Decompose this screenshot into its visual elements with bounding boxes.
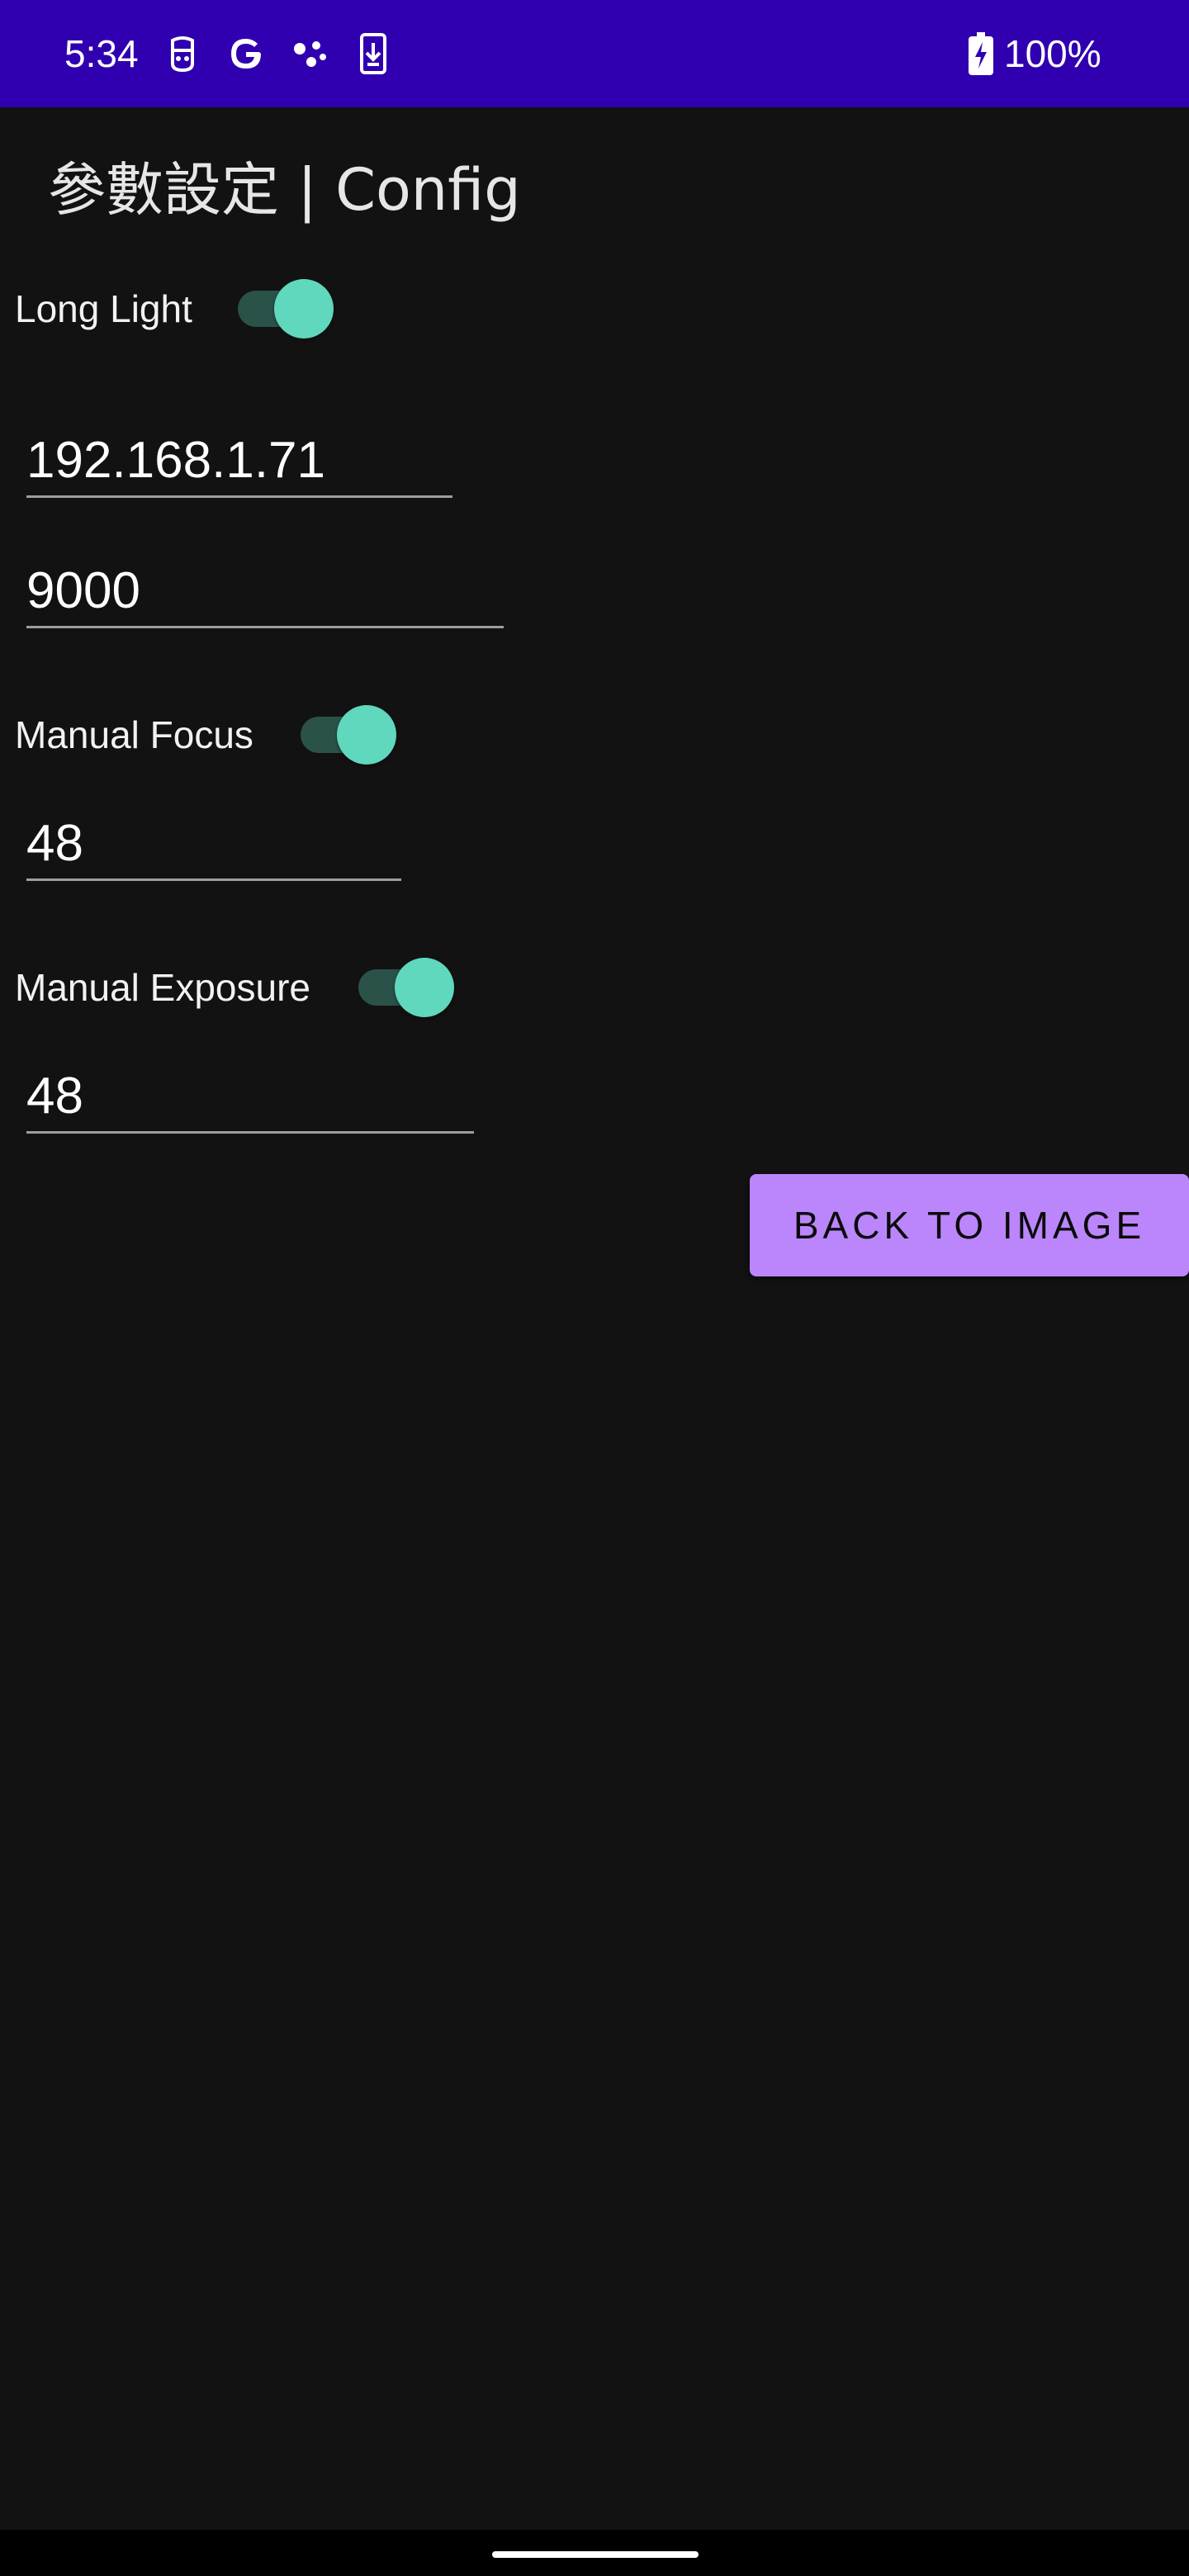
ip-address-input[interactable] [26, 429, 452, 492]
google-icon [225, 30, 268, 78]
exposure-value-field[interactable] [26, 1065, 474, 1134]
manual-exposure-label: Manual Exposure [15, 966, 310, 1009]
long-light-switch[interactable] [238, 279, 337, 339]
switch-thumb [337, 705, 396, 765]
assistant-dots-icon [289, 30, 330, 78]
page-title: 參數設定 | Config [48, 156, 521, 224]
switch-thumb [395, 958, 454, 1017]
download-phone-icon [355, 30, 391, 78]
gesture-handle[interactable] [492, 2551, 699, 2558]
port-field[interactable] [26, 560, 504, 628]
status-time: 5:34 [64, 32, 139, 75]
battery-charging-icon [966, 30, 996, 78]
manual-exposure-switch[interactable] [358, 958, 457, 1017]
navigation-bar [0, 2530, 1189, 2576]
manual-focus-switch[interactable] [301, 705, 400, 765]
status-bar: 5:34 100% [0, 0, 1189, 107]
manual-focus-label: Manual Focus [15, 713, 253, 756]
long-light-label: Long Light [15, 287, 192, 330]
ip-address-field[interactable] [26, 429, 452, 498]
focus-value-field[interactable] [26, 812, 401, 881]
port-input[interactable] [26, 560, 504, 623]
exposure-value-input[interactable] [26, 1065, 474, 1128]
back-to-image-button[interactable]: BACK TO IMAGE [750, 1174, 1189, 1276]
switch-thumb [274, 279, 334, 339]
battery-percentage: 100% [1004, 32, 1101, 75]
face-notification-icon [163, 30, 201, 78]
focus-value-input[interactable] [26, 812, 401, 875]
